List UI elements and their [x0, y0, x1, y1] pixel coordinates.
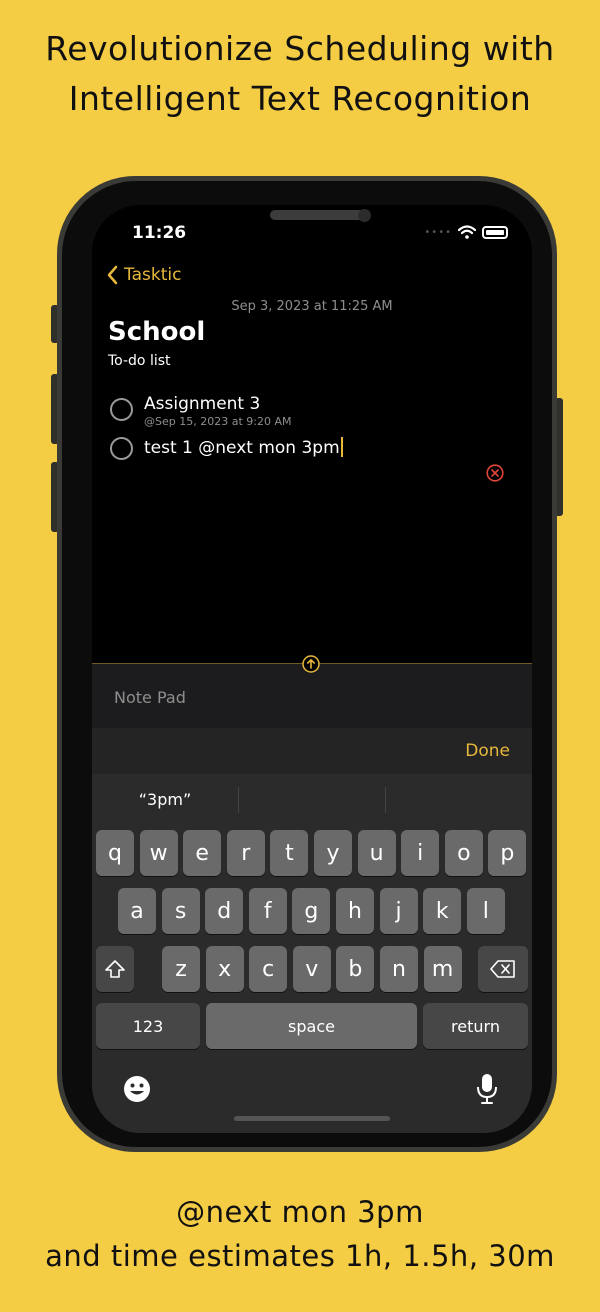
- front-camera: [358, 209, 371, 222]
- wifi-icon: [458, 225, 476, 239]
- key-e[interactable]: e: [183, 830, 222, 876]
- back-label: Tasktic: [124, 265, 182, 285]
- home-indicator[interactable]: [234, 1116, 390, 1121]
- key-c[interactable]: c: [249, 946, 288, 992]
- key-x[interactable]: x: [205, 946, 244, 992]
- promo-headline: Revolutionize Scheduling with Intelligen…: [0, 24, 600, 124]
- shift-key[interactable]: [96, 946, 134, 992]
- emoji-icon[interactable]: [122, 1074, 152, 1104]
- back-button[interactable]: Tasktic: [106, 265, 181, 285]
- chevron-left-icon: [107, 265, 118, 285]
- key-h[interactable]: h: [336, 888, 374, 934]
- todo-date-meta: @Sep 15, 2023 at 9:20 AM: [144, 415, 292, 428]
- todo-checkbox[interactable]: [110, 437, 133, 460]
- key-j[interactable]: j: [379, 888, 418, 934]
- key-v[interactable]: v: [292, 946, 331, 992]
- key-a[interactable]: a: [118, 888, 156, 934]
- key-n[interactable]: n: [380, 946, 418, 992]
- backspace-icon: [490, 960, 515, 978]
- notepad-placeholder: Note Pad: [114, 688, 186, 707]
- speaker-grille: [270, 210, 366, 220]
- suggestion-bar: “3pm”: [92, 782, 532, 818]
- todo-input-text: test 1 @next mon 3pm: [144, 438, 340, 458]
- phone-screen: 11:26 •••• Tasktic Sep 3, 2023 at 11:25 …: [92, 205, 532, 1133]
- suggestion[interactable]: “3pm”: [92, 782, 238, 818]
- todo-checkbox[interactable]: [110, 398, 133, 421]
- key-m[interactable]: m: [423, 946, 462, 992]
- status-time: 11:26: [132, 223, 187, 243]
- key-w[interactable]: w: [139, 830, 178, 876]
- key-g[interactable]: g: [292, 888, 331, 934]
- suggestion[interactable]: [386, 782, 532, 818]
- keyboard-toolbar: Done: [92, 728, 532, 774]
- text-cursor: [340, 437, 343, 457]
- battery-icon: [482, 225, 508, 239]
- key-f[interactable]: f: [248, 888, 287, 934]
- todo-text[interactable]: Assignment 3: [144, 393, 291, 415]
- key-t[interactable]: t: [270, 830, 309, 876]
- note-date: Sep 3, 2023 at 11:25 AM: [231, 299, 393, 314]
- todo-text-editing[interactable]: test 1 @next mon 3pm: [144, 437, 343, 459]
- delete-key[interactable]: [478, 946, 528, 992]
- key-q[interactable]: q: [96, 830, 134, 876]
- key-b[interactable]: b: [336, 946, 375, 992]
- key-l[interactable]: l: [466, 888, 505, 934]
- headline-line-2: Intelligent Text Recognition: [68, 79, 532, 118]
- key-d[interactable]: d: [205, 888, 244, 934]
- key-p[interactable]: p: [488, 830, 527, 876]
- key-z[interactable]: z: [162, 946, 200, 992]
- key-i[interactable]: i: [401, 830, 440, 876]
- note-subtitle[interactable]: To-do list: [108, 353, 171, 369]
- numbers-key[interactable]: 123: [96, 1003, 200, 1049]
- key-y[interactable]: y: [314, 830, 352, 876]
- footer-line-2: and time estimates 1h, 1.5h, 30m: [45, 1239, 555, 1273]
- shift-icon: [105, 960, 125, 978]
- space-key[interactable]: space: [206, 1003, 417, 1049]
- keyboard: “3pm” 123 space return q w e r t y u i o…: [92, 774, 532, 1133]
- return-key[interactable]: return: [423, 1003, 528, 1049]
- notepad-area[interactable]: Note Pad: [92, 664, 532, 728]
- clear-icon[interactable]: [486, 464, 504, 482]
- key-r[interactable]: r: [226, 830, 265, 876]
- key-s[interactable]: s: [161, 888, 200, 934]
- promo-footer: @next mon 3pm and time estimates 1h, 1.5…: [0, 1190, 600, 1278]
- key-u[interactable]: u: [357, 830, 396, 876]
- note-title[interactable]: School: [108, 317, 205, 347]
- footer-line-1: @next mon 3pm: [176, 1195, 424, 1229]
- done-button[interactable]: Done: [465, 741, 510, 761]
- expand-up-icon[interactable]: [302, 655, 320, 673]
- microphone-icon[interactable]: [476, 1073, 498, 1105]
- key-o[interactable]: o: [444, 830, 483, 876]
- suggestion[interactable]: [239, 782, 385, 818]
- todo-item: Assignment 3 @Sep 15, 2023 at 9:20 AM: [110, 393, 291, 429]
- headline-line-1: Revolutionize Scheduling with: [45, 29, 555, 68]
- status-icons: ••••: [424, 225, 508, 239]
- key-k[interactable]: k: [423, 888, 462, 934]
- phone-bezel: 11:26 •••• Tasktic Sep 3, 2023 at 11:25 …: [62, 181, 552, 1147]
- phone-frame: 11:26 •••• Tasktic Sep 3, 2023 at 11:25 …: [57, 176, 557, 1152]
- todo-item: test 1 @next mon 3pm: [110, 437, 343, 460]
- signal-dots-icon: ••••: [424, 226, 452, 238]
